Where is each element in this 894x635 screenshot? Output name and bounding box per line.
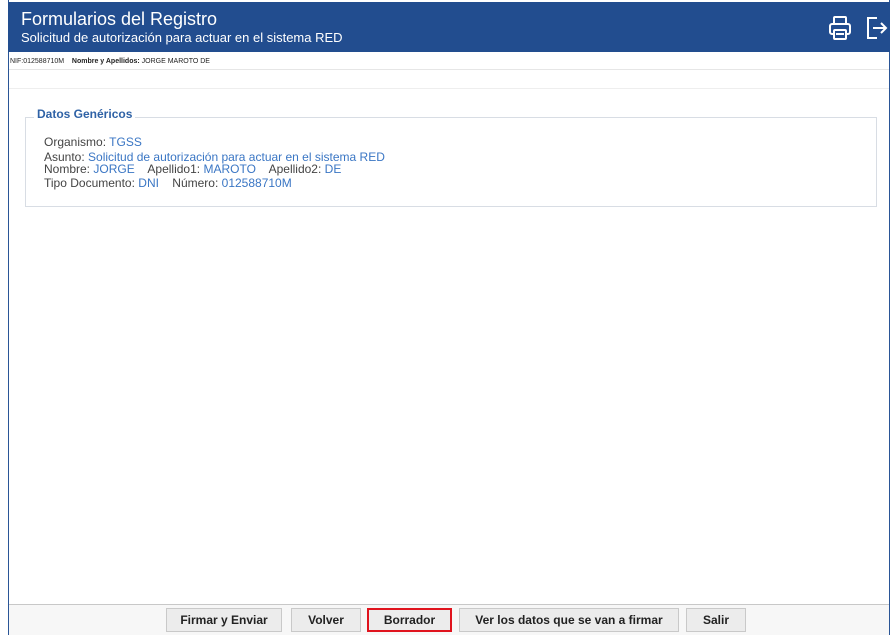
numero-label: Número: (172, 176, 219, 190)
app-frame (8, 0, 890, 635)
page-title: Formularios del Registro (21, 9, 218, 29)
printer-icon[interactable] (827, 14, 853, 42)
ver-datos-button[interactable]: Ver los datos que se van a firmar (459, 608, 679, 632)
apellido1-label: Apellido1: (147, 162, 201, 176)
firmar-enviar-button[interactable]: Firmar y Enviar (166, 608, 282, 632)
apellido2-value: DE (324, 162, 342, 176)
divider (9, 88, 889, 89)
name-label: Nombre y Apellidos: (71, 58, 140, 65)
apellido1-value: MAROTO (203, 162, 256, 176)
nombre-value: JORGE (93, 162, 135, 176)
nombre-label: Nombre: (44, 162, 91, 176)
user-info-bar: NIF:012588710M Nombre y Apellidos: JORGE… (9, 52, 889, 70)
section-legend: Datos Genéricos (34, 107, 136, 121)
organismo-row: Organismo: TGSS (44, 135, 142, 149)
tipodoc-label: Tipo Documento: (44, 176, 135, 190)
apellido2-label: Apellido2: (268, 162, 322, 176)
organismo-value: TGSS (109, 135, 142, 149)
logout-icon[interactable] (863, 14, 889, 42)
numero-value: 012588710M (221, 176, 292, 190)
borrador-button[interactable]: Borrador (367, 608, 452, 632)
app-header: Formularios del Registro Solicitud de au… (8, 2, 890, 52)
organismo-label: Organismo: (44, 135, 107, 149)
tipodoc-value: DNI (138, 176, 159, 190)
nif-value: 012588710M (23, 58, 65, 65)
nombre-row: Nombre: JORGE Apellido1: MAROTO Apellido… (44, 162, 341, 176)
volver-button[interactable]: Volver (291, 608, 361, 632)
salir-button[interactable]: Salir (686, 608, 746, 632)
page-subtitle: Solicitud de autorización para actuar en… (21, 30, 343, 45)
documento-row: Tipo Documento: DNI Número: 012588710M (44, 176, 292, 190)
name-value: JORGE MAROTO DE (141, 58, 210, 65)
nif-label: NIF: (10, 58, 24, 65)
